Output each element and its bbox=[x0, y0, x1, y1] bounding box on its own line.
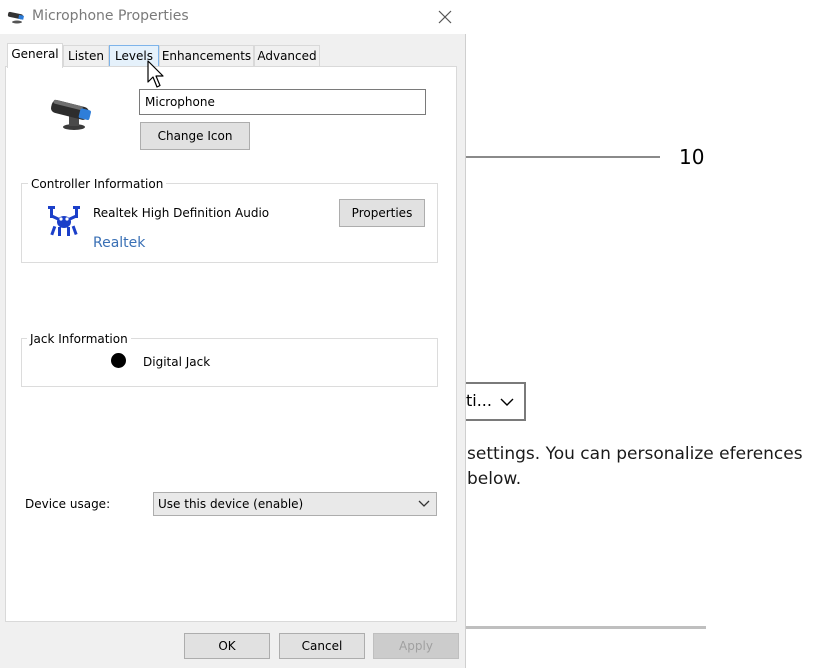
realtek-crab-icon bbox=[48, 206, 80, 236]
jack-information-label: Jack Information bbox=[27, 332, 131, 346]
background-divider bbox=[462, 626, 706, 629]
tab-general[interactable]: General bbox=[7, 43, 63, 68]
microphone-properties-dialog: Microphone Properties General Listen Lev… bbox=[0, 0, 466, 668]
tab-listen[interactable]: Listen bbox=[63, 45, 109, 67]
controller-name: Realtek High Definition Audio bbox=[93, 206, 270, 220]
background-dropdown-text: ti... bbox=[466, 391, 492, 410]
close-icon[interactable] bbox=[432, 4, 458, 30]
tab-advanced[interactable]: Advanced bbox=[254, 45, 320, 67]
mouse-cursor-icon bbox=[147, 60, 164, 88]
apply-button[interactable]: Apply bbox=[373, 633, 459, 659]
title-bar[interactable]: Microphone Properties bbox=[0, 0, 466, 34]
controller-information-label: Controller Information bbox=[28, 177, 167, 191]
device-usage-label: Device usage: bbox=[25, 497, 111, 511]
background-slider-value: 10 bbox=[679, 145, 705, 169]
ok-button[interactable]: OK bbox=[184, 633, 270, 659]
background-description: settings. You can personalize eferences … bbox=[467, 444, 803, 489]
background-slider-track[interactable] bbox=[462, 156, 660, 158]
microphone-icon bbox=[7, 11, 25, 24]
chevron-down-icon bbox=[500, 398, 514, 406]
controller-vendor-link[interactable]: Realtek bbox=[93, 235, 145, 251]
controller-properties-button[interactable]: Properties bbox=[339, 199, 425, 227]
device-usage-select[interactable]: Use this device (enable) bbox=[153, 492, 437, 516]
jack-color-indicator bbox=[111, 353, 126, 368]
change-icon-button[interactable]: Change Icon bbox=[140, 122, 250, 150]
tab-enhancements[interactable]: Enhancements bbox=[159, 45, 254, 67]
microphone-device-icon bbox=[50, 99, 91, 130]
window-title: Microphone Properties bbox=[32, 8, 189, 24]
cancel-button[interactable]: Cancel bbox=[279, 633, 365, 659]
chevron-down-icon bbox=[418, 500, 430, 507]
jack-description: Digital Jack bbox=[143, 355, 211, 369]
device-usage-value: Use this device (enable) bbox=[158, 497, 304, 511]
device-name-input[interactable] bbox=[139, 89, 426, 115]
